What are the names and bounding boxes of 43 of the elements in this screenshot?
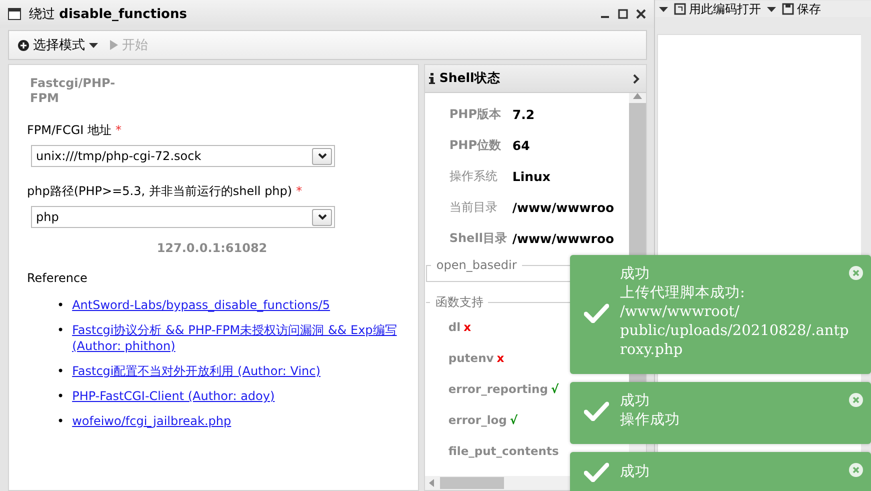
check-mark: √: [550, 382, 559, 396]
function-name: file_put_contents: [448, 444, 559, 458]
required-mark: *: [115, 123, 122, 137]
group-title: 函数支持: [434, 294, 484, 311]
bullet: •: [57, 322, 64, 338]
toast-message: 操作成功: [620, 411, 680, 430]
panel-title: Shell状态: [439, 70, 502, 87]
address-text: 127.0.0.1:61082: [156, 241, 268, 255]
bullet: •: [57, 297, 64, 313]
bullet: •: [57, 413, 64, 429]
function-name: dl: [448, 320, 461, 334]
bullet: •: [57, 388, 64, 404]
window-title: 绕过 disable_functions: [29, 6, 188, 23]
section-heading: Fastcgi/PHP-FPM: [30, 76, 116, 106]
status-value: 64: [512, 138, 530, 153]
group-title: open_basedir: [435, 258, 518, 272]
status-label: PHP版本: [448, 106, 502, 123]
status-label: 当前目录: [448, 199, 498, 216]
status-label: PHP位数: [448, 137, 502, 154]
start-button: 开始: [107, 34, 151, 56]
toast-title: 成功: [620, 392, 651, 411]
toast-message: public/uploads/20210828/.antproxy.php: [620, 322, 849, 360]
status-label: 操作系统: [448, 168, 498, 185]
toast-message: /www/wwwroot/: [620, 303, 740, 322]
status-value: 7.2: [512, 107, 535, 122]
function-name: error_log: [448, 412, 507, 426]
status-value: /www/wwwroo: [512, 231, 614, 246]
toast-title: 成功: [620, 265, 651, 284]
cross-mark: x: [496, 350, 504, 364]
function-name: error_reporting: [448, 382, 548, 396]
toast-message: 上传代理脚本成功:: [620, 284, 746, 303]
function-name: putenv: [448, 350, 494, 364]
required-mark: *: [296, 184, 302, 198]
field-label: php路径(PHP>=5.3, 并非当前运行的shell php): [27, 184, 292, 198]
cross-mark: x: [464, 320, 471, 334]
field-label: FPM/FCGI 地址: [27, 123, 112, 137]
toast-title: 成功: [620, 462, 650, 482]
status-value: Linux: [512, 169, 550, 184]
status-value: /www/wwwroo: [512, 200, 614, 215]
reference-heading: Reference: [27, 271, 88, 285]
status-label: Shell目录: [448, 230, 508, 247]
check-mark: √: [510, 412, 518, 426]
bullet: •: [57, 363, 64, 379]
